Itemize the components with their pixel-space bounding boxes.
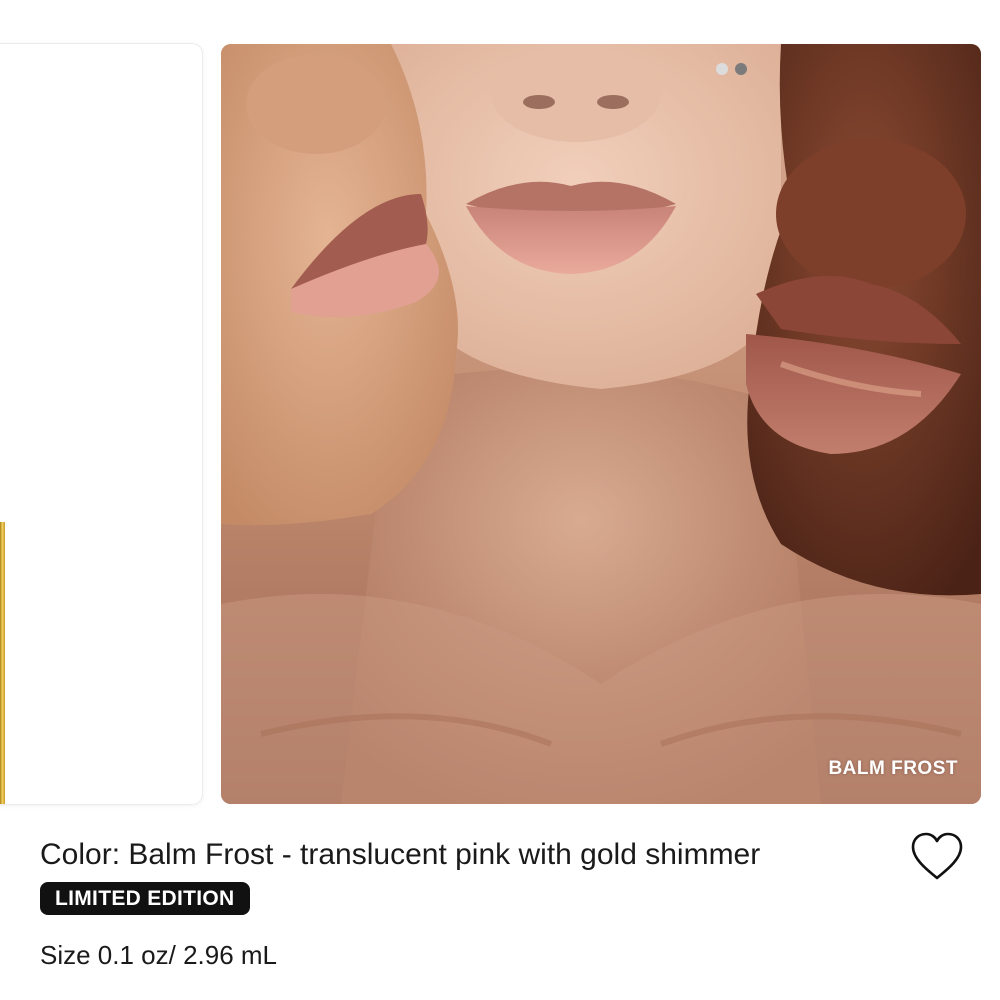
carousel-slide-previous[interactable] — [0, 44, 202, 804]
carousel-pagination[interactable] — [716, 63, 747, 75]
shade-name-label: BALM FROST — [828, 758, 958, 779]
favorite-heart-icon[interactable] — [909, 831, 965, 883]
carousel-slide-current[interactable] — [221, 44, 981, 804]
product-size: Size 0.1 oz/ 2.96 mL — [40, 940, 278, 970]
pagination-dot-2-active[interactable] — [735, 63, 747, 75]
color-description: Color: Balm Frost - translucent pink wit… — [40, 838, 761, 871]
limited-edition-badge: LIMITED EDITION — [40, 882, 250, 915]
pagination-dot-1[interactable] — [716, 63, 728, 75]
product-page: BALM FROST Color: Balm Frost - transluce… — [0, 0, 1000, 1000]
lipstick-tube-image — [0, 522, 5, 804]
model-lips-image — [221, 44, 981, 804]
